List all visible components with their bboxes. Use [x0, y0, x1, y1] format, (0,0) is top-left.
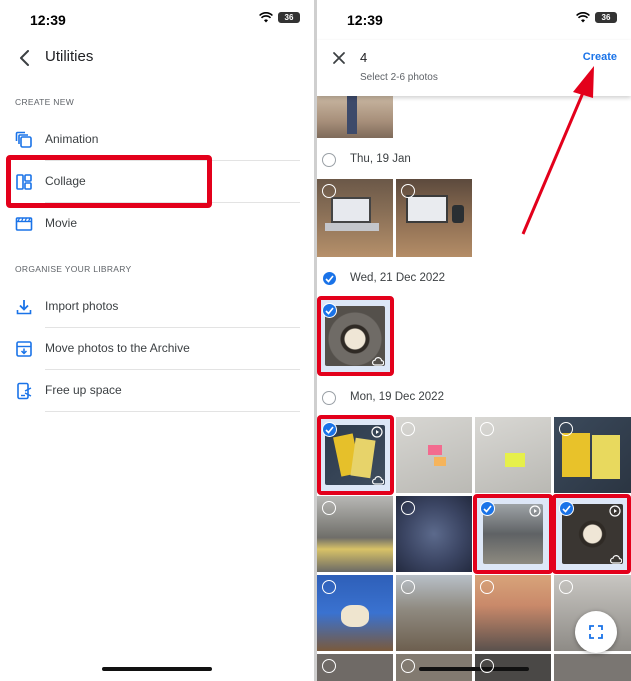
- phone-clean-icon: [17, 382, 32, 400]
- annotation-arrow: [521, 66, 594, 235]
- status-bar: 12:39 36: [0, 0, 314, 40]
- menu-item-move-to-archive[interactable]: Move photos to the Archive: [0, 328, 314, 370]
- highlight-box: [6, 155, 212, 208]
- menu-item-label: Free up space: [45, 383, 122, 397]
- download-icon: [16, 300, 32, 315]
- menu-item-label: Movie: [45, 216, 78, 230]
- back-arrow-icon: [20, 50, 29, 66]
- status-time: 12:39: [30, 12, 66, 28]
- divider: [45, 411, 300, 412]
- animation-icon: [15, 131, 32, 148]
- page-title: Utilities: [45, 48, 94, 65]
- movie-icon: [15, 217, 33, 231]
- collage-selection-screen: 12:39 36 4 Select 2-6 photos Create Thu,…: [317, 0, 631, 681]
- archive-icon: [16, 341, 32, 357]
- utilities-screen: 12:39 36 Utilities CREATE NEW Animation …: [0, 0, 314, 681]
- wifi-icon: [259, 12, 273, 23]
- back-button[interactable]: [14, 47, 36, 69]
- menu-item-movie[interactable]: Movie: [0, 203, 314, 245]
- home-indicator: [102, 667, 212, 671]
- status-icons: 36: [259, 12, 300, 23]
- menu-item-label: Move photos to the Archive: [45, 341, 190, 355]
- battery-indicator: 36: [278, 12, 300, 23]
- menu-item-free-up-space[interactable]: Free up space: [0, 370, 314, 412]
- create-new-heading: CREATE NEW: [15, 97, 75, 107]
- organise-library-heading: ORGANISE YOUR LIBRARY: [15, 264, 132, 274]
- menu-item-label: Import photos: [45, 299, 119, 313]
- menu-item-label: Animation: [45, 132, 99, 146]
- menu-item-import-photos[interactable]: Import photos: [0, 286, 314, 328]
